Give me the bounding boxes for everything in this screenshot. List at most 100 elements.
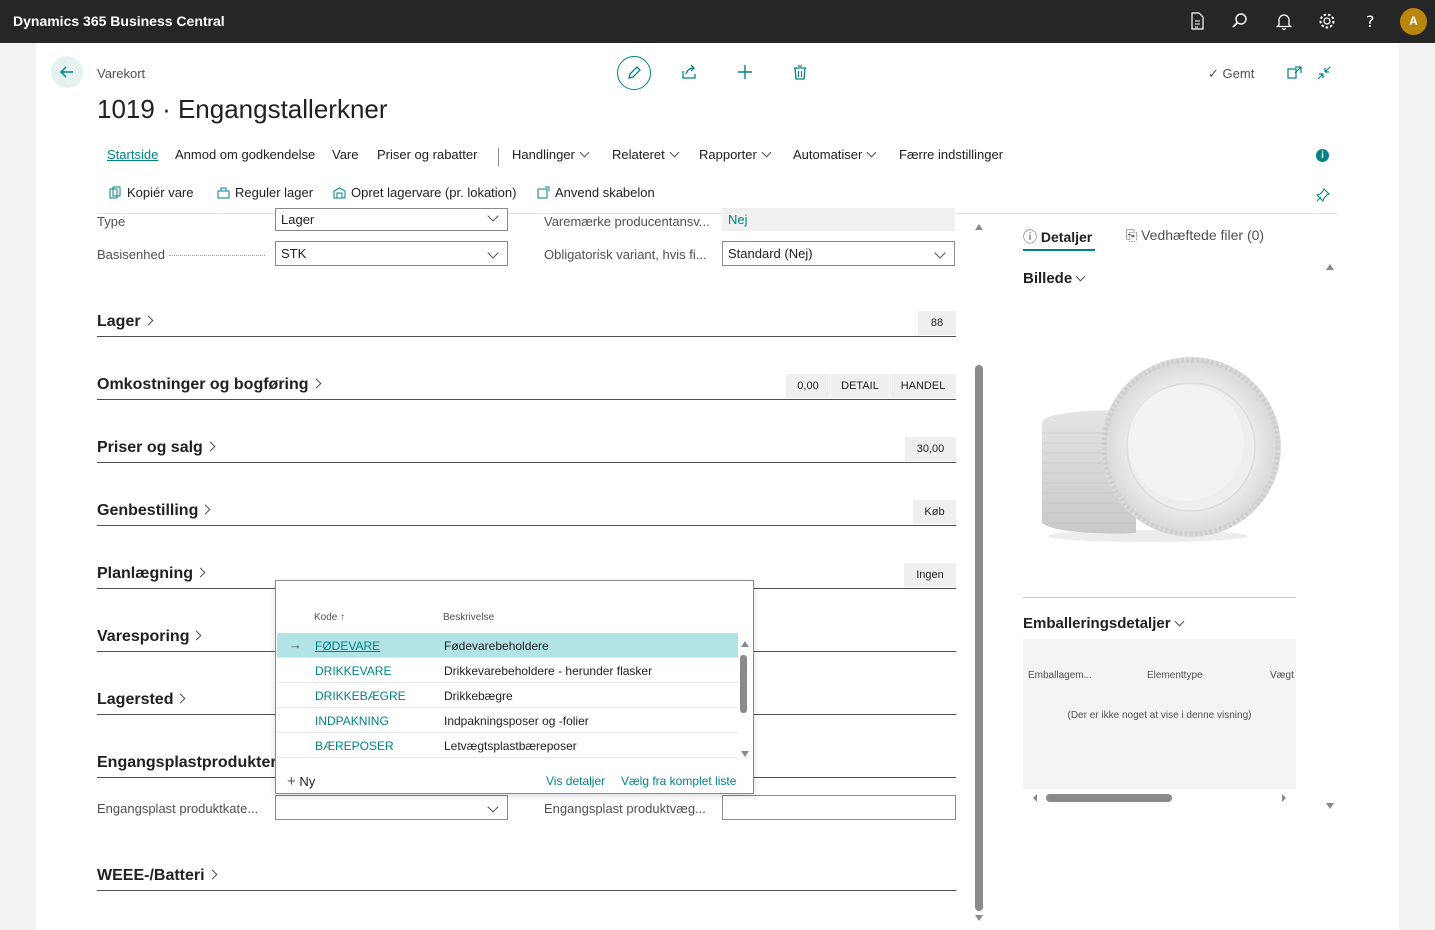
active-tab-indicator <box>1023 249 1095 251</box>
page-title: 1019 · Engangstallerkner <box>97 94 388 124</box>
unit-cost-badge: 0,00 <box>786 374 830 398</box>
picture-header[interactable]: Billede <box>1023 270 1086 287</box>
tab-item[interactable]: Vare <box>332 147 359 162</box>
column-header-description[interactable]: Beskrivelse <box>443 612 494 623</box>
chevron-down-icon <box>487 247 499 259</box>
scroll-right-arrow[interactable] <box>1280 793 1288 803</box>
chevron-right-icon <box>207 869 218 880</box>
item-picture[interactable] <box>1036 351 1286 546</box>
column-header-packaging[interactable]: Emballagem... <box>1028 670 1092 681</box>
fewer-options-link[interactable]: Færre indstillinger <box>899 147 1003 162</box>
dropdown-footer: + Ny Vis detaljer Vælg fra komplet liste <box>276 770 753 793</box>
app-title[interactable]: Dynamics 365 Business Central <box>13 13 225 29</box>
factbox-scroll-down[interactable] <box>1326 803 1334 809</box>
chevron-right-icon <box>143 315 154 326</box>
replenishment-badge: Køb <box>913 500 956 524</box>
info-icon[interactable]: i <box>1316 149 1329 162</box>
share-icon[interactable] <box>680 63 698 81</box>
tab-prices-discounts[interactable]: Priser og rabatter <box>377 147 477 162</box>
base-unit-input[interactable]: STK <box>275 241 508 266</box>
section-replenishment[interactable]: Genbestilling Køb <box>97 500 956 526</box>
dropdown-scroll-up[interactable] <box>741 641 749 647</box>
packaging-hscrollbar-thumb[interactable] <box>1046 794 1172 802</box>
section-title: Genbestilling <box>97 502 211 520</box>
lookup-row[interactable]: DRIKKEBÆGRE Drikkebægre <box>277 683 738 708</box>
arrow-left-icon <box>59 66 73 78</box>
scroll-left-arrow[interactable] <box>1031 793 1039 803</box>
menu-actions[interactable]: Handlinger <box>512 147 590 162</box>
lookup-row[interactable]: → FØDEVARE Fødevarebeholdere <box>277 633 738 658</box>
open-new-window-icon[interactable] <box>1286 64 1304 82</box>
menu-automate[interactable]: Automatiser <box>793 147 877 162</box>
column-header-code[interactable]: Kode ↑ <box>314 612 345 623</box>
lookup-dropdown: Kode ↑ Beskrivelse → FØDEVARE Fødevarebe… <box>275 580 754 794</box>
planning-badge: Ingen <box>904 563 956 587</box>
lookup-row[interactable]: INDPAKNING Indpakningsposer og -folier <box>277 708 738 733</box>
chevron-down-icon <box>487 801 499 813</box>
plastic-weight-input[interactable] <box>722 795 956 820</box>
bell-icon[interactable] <box>1274 11 1294 31</box>
pin-icon[interactable] <box>1316 188 1330 202</box>
section-title: Priser og salg <box>97 439 216 457</box>
packaging-details-list: Emballagem... Elementtype Vægt (Der er i… <box>1023 639 1296 789</box>
delete-icon[interactable] <box>791 63 809 81</box>
tab-attachments[interactable]: ⎘ Vedhæftede filer (0) <box>1126 227 1264 244</box>
collapse-icon[interactable] <box>1315 64 1333 82</box>
chevron-right-icon <box>205 441 216 452</box>
brand-value[interactable]: Nej <box>722 208 955 231</box>
mandatory-variant-select[interactable]: Standard (Nej) <box>722 241 955 266</box>
dropdown-scrollbar-thumb[interactable] <box>740 655 747 713</box>
plastic-category-label: Engangsplast produktkate... <box>97 801 259 816</box>
brand-label: Varemærke producentansv... <box>544 214 710 229</box>
section-prices-sales[interactable]: Priser og salg 30,00 <box>97 437 956 463</box>
section-weee-battery[interactable]: WEEE-/Batteri <box>97 867 956 891</box>
section-title: Lagersted <box>97 691 186 709</box>
arrow-right-icon: → <box>289 637 302 652</box>
copy-item-button[interactable]: Kopiér vare <box>109 185 193 200</box>
section-lager[interactable]: Lager 88 <box>97 311 956 337</box>
tab-startside[interactable]: Startside <box>107 147 158 162</box>
chevron-right-icon <box>176 693 186 704</box>
column-header-weight[interactable]: Vægt <box>1270 670 1294 681</box>
checkmark-icon: ✓ <box>1208 66 1219 81</box>
select-from-full-list-link[interactable]: Vælg fra komplet liste <box>621 774 736 788</box>
document-icon[interactable] <box>1187 11 1207 31</box>
breadcrumb: Varekort <box>97 66 146 81</box>
adjust-inventory-button[interactable]: Reguler lager <box>217 185 313 200</box>
chevron-down-icon <box>1174 616 1185 627</box>
chevron-down-icon <box>761 147 772 158</box>
plastic-weight-label: Engangsplast produktvæg... <box>544 801 706 816</box>
menu-reports[interactable]: Rapporter <box>699 147 772 162</box>
menu-related[interactable]: Relateret <box>612 147 680 162</box>
info-icon: ⓘ <box>1023 229 1037 245</box>
tab-details[interactable]: ⓘ Detaljer <box>1023 227 1092 247</box>
svg-text:?: ? <box>1366 12 1375 31</box>
main-scrollbar-thumb[interactable] <box>975 365 983 911</box>
avatar[interactable]: A <box>1400 8 1427 35</box>
dropdown-scroll-down[interactable] <box>741 751 749 757</box>
lookup-row[interactable]: DRIKKEVARE Drikkevarebeholdere - herunde… <box>277 658 738 683</box>
add-icon[interactable] <box>736 63 754 81</box>
section-title: Planlægning <box>97 565 206 583</box>
plastic-category-select[interactable] <box>275 795 508 820</box>
factbox-scroll-up[interactable] <box>1326 264 1334 270</box>
apply-template-button[interactable]: Anvend skabelon <box>537 185 655 200</box>
back-button[interactable] <box>51 56 83 88</box>
action-separator <box>498 148 499 166</box>
show-details-link[interactable]: Vis detaljer <box>546 774 605 788</box>
gear-icon[interactable] <box>1317 11 1337 31</box>
scroll-up-arrow[interactable] <box>975 224 983 230</box>
create-stockkeeping-unit-button[interactable]: Opret lagervare (pr. lokation) <box>333 185 516 200</box>
section-costs-posting[interactable]: Omkostninger og bogføring 0,00 DETAIL HA… <box>97 374 956 400</box>
search-icon[interactable] <box>1230 11 1250 31</box>
help-icon[interactable]: ? <box>1360 11 1380 31</box>
edit-button[interactable] <box>617 56 651 90</box>
type-select[interactable]: Lager <box>275 208 508 231</box>
paperclip-icon: ⎘ <box>1126 227 1138 243</box>
new-button[interactable]: + Ny <box>287 773 315 790</box>
lookup-row[interactable]: BÆREPOSER Letvægtsplastbæreposer <box>277 733 738 758</box>
packaging-details-header[interactable]: Emballeringsdetaljer <box>1023 615 1185 632</box>
tab-request-approval[interactable]: Anmod om godkendelse <box>175 147 315 162</box>
column-header-element-type[interactable]: Elementtype <box>1147 670 1203 681</box>
scroll-down-arrow[interactable] <box>975 915 983 921</box>
